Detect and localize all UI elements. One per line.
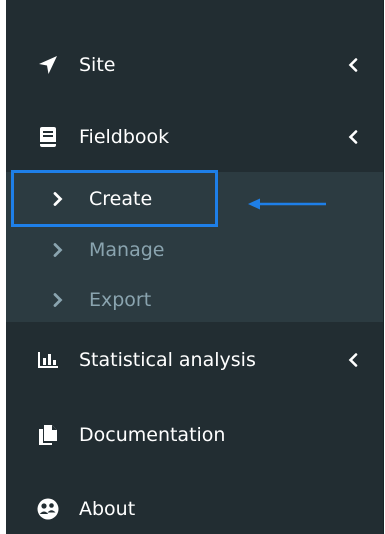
chevron-right-icon (52, 243, 64, 257)
sidebar-item-label: Documentation (79, 424, 226, 446)
annotation-highlight-box (11, 170, 218, 227)
submenu-item-label: Export (89, 289, 152, 311)
sidebar-item-label: Site (79, 54, 116, 76)
annotation-arrow-icon (248, 198, 326, 210)
sidebar-item-site[interactable]: Site (6, 42, 383, 88)
bar-chart-icon (35, 347, 61, 373)
submenu-item-label: Manage (89, 239, 165, 261)
sidebar-item-label: Statistical analysis (79, 349, 256, 371)
sidebar: Site Fieldbook Create Manage Export Stat… (6, 0, 384, 534)
sidebar-item-label: Fieldbook (79, 126, 170, 148)
submenu-item-manage[interactable]: Manage (6, 227, 383, 273)
sidebar-item-statistical-analysis[interactable]: Statistical analysis (6, 337, 383, 383)
sidebar-item-about[interactable]: About (6, 486, 383, 532)
chevron-left-icon (346, 353, 360, 367)
files-icon (35, 422, 61, 448)
chevron-left-icon (346, 130, 360, 144)
book-icon (35, 124, 61, 150)
chevron-left-icon (346, 58, 360, 72)
sidebar-item-label: About (79, 498, 136, 520)
sidebar-item-fieldbook[interactable]: Fieldbook (6, 114, 383, 160)
submenu-item-export[interactable]: Export (6, 277, 383, 323)
users-icon (35, 496, 61, 522)
sidebar-item-documentation[interactable]: Documentation (6, 412, 383, 458)
location-arrow-icon (35, 52, 61, 78)
chevron-right-icon (52, 293, 64, 307)
